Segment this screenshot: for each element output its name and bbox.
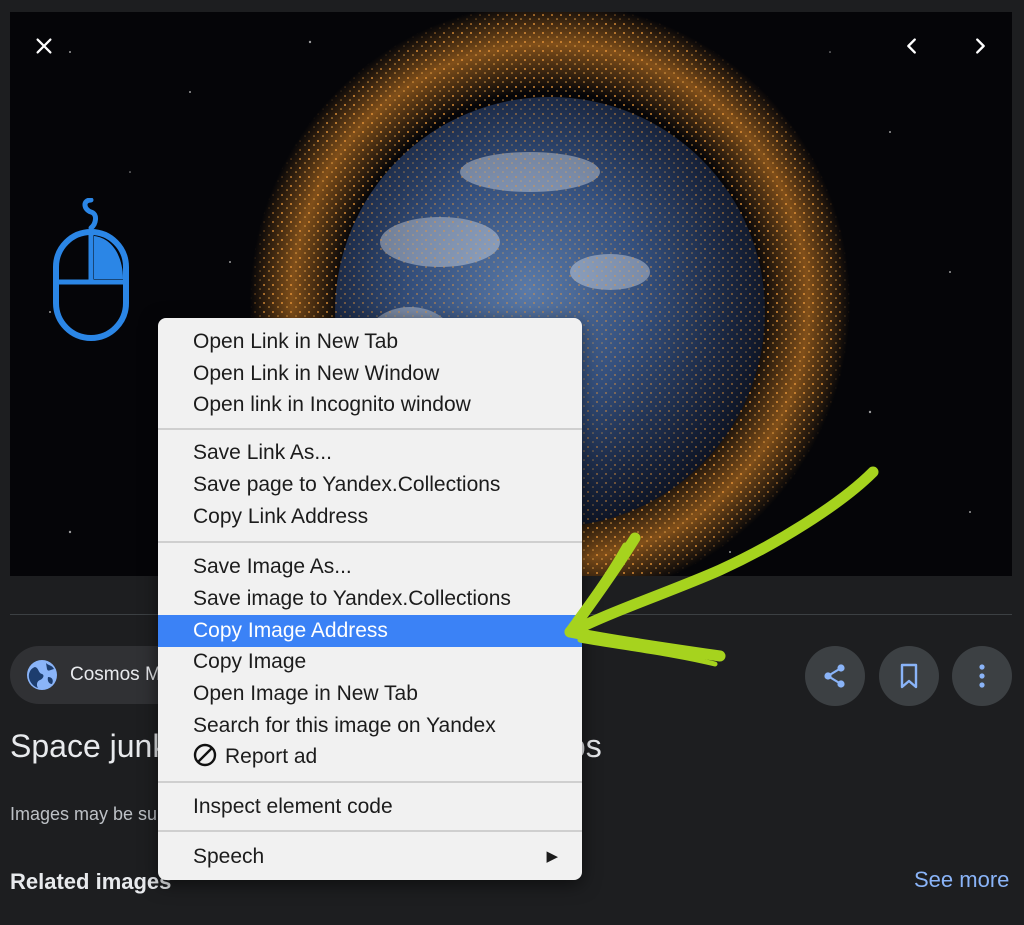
menu-open-link-incognito[interactable]: Open link in Incognito window — [158, 389, 582, 421]
next-image-button[interactable] — [966, 32, 994, 60]
source-name: Cosmos M — [70, 664, 161, 685]
mouse-icon — [53, 198, 129, 341]
chevron-left-icon — [907, 38, 916, 54]
globe-icon — [27, 660, 57, 690]
menu-save-image-yandex-collections[interactable]: Save image to Yandex.Collections — [158, 583, 582, 615]
more-options-button[interactable] — [952, 646, 1012, 706]
menu-separator — [158, 830, 582, 832]
menu-search-image-yandex[interactable]: Search for this image on Yandex — [158, 710, 582, 742]
ban-icon — [193, 743, 217, 767]
annotation-arrow-icon — [564, 466, 879, 667]
previous-image-button[interactable] — [898, 32, 926, 60]
menu-open-link-new-tab[interactable]: Open Link in New Tab — [158, 326, 582, 358]
menu-separator — [158, 428, 582, 430]
menu-report-ad[interactable]: Report ad — [158, 741, 582, 773]
more-vert-icon — [979, 664, 985, 688]
menu-speech-label: Speech — [193, 845, 265, 868]
see-more-link[interactable]: See more — [914, 867, 1009, 893]
menu-open-image-new-tab[interactable]: Open Image in New Tab — [158, 678, 582, 710]
bookmark-icon — [900, 663, 918, 689]
close-icon — [36, 38, 52, 54]
chevron-right-icon — [976, 38, 985, 54]
menu-save-image-as[interactable]: Save Image As... — [158, 551, 582, 583]
menu-save-page-yandex-collections[interactable]: Save page to Yandex.Collections — [158, 469, 582, 501]
close-button[interactable] — [30, 32, 58, 60]
context-menu: Open Link in New Tab Open Link in New Wi… — [158, 318, 582, 880]
menu-inspect-element[interactable]: Inspect element code — [158, 791, 582, 823]
menu-report-ad-label: Report ad — [225, 745, 318, 768]
submenu-arrow-icon: ▶ — [546, 848, 558, 865]
menu-separator — [158, 541, 582, 543]
menu-copy-link-address[interactable]: Copy Link Address — [158, 501, 582, 533]
menu-save-link-as[interactable]: Save Link As... — [158, 437, 582, 469]
menu-separator — [158, 781, 582, 783]
menu-copy-image-address[interactable]: Copy Image Address — [158, 615, 582, 647]
menu-copy-image[interactable]: Copy Image — [158, 646, 582, 678]
menu-speech[interactable]: Speech ▶ — [158, 841, 582, 873]
related-images-heading: Related images — [10, 869, 172, 894]
menu-open-link-new-window[interactable]: Open Link in New Window — [158, 358, 582, 390]
